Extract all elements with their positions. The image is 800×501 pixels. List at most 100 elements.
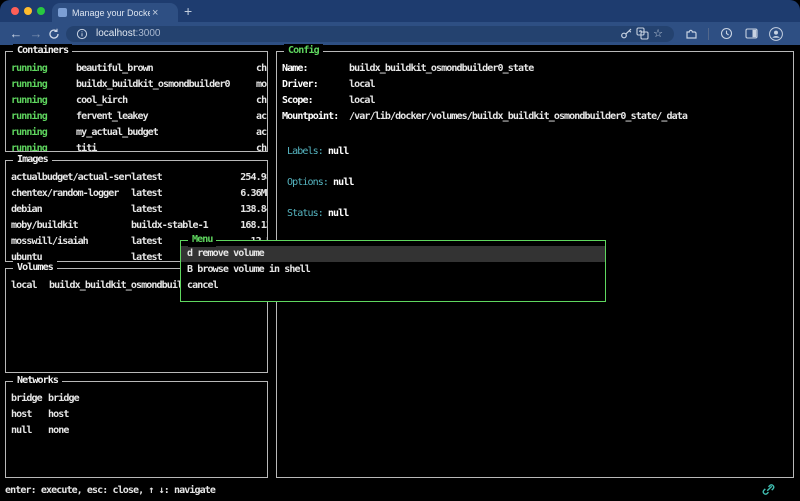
containers-panel: Containers runningbeautiful_brownch runn… — [5, 51, 268, 152]
config-key: Name: — [282, 61, 349, 77]
volume-action-menu: Menu d remove volume B browse volume in … — [180, 240, 606, 302]
container-name: titi — [76, 141, 256, 151]
docker-tui-screen: Containers runningbeautiful_brownch runn… — [0, 45, 800, 501]
container-status: running — [11, 141, 76, 151]
clock-extension-icon[interactable] — [718, 26, 734, 42]
config-key: Scope: — [282, 93, 349, 109]
tab-close-icon[interactable]: × — [152, 7, 158, 19]
network-driver: bridge — [48, 391, 267, 407]
browser-tab[interactable]: Manage your Docker fleet wi × — [52, 3, 178, 22]
images-panel-title: Images — [13, 153, 52, 167]
tab-favicon — [58, 8, 67, 17]
profile-avatar[interactable] — [768, 26, 784, 42]
config-field: Options: null — [282, 175, 793, 191]
side-panel-icon[interactable] — [743, 26, 759, 42]
menu-item-remove-volume[interactable]: d remove volume — [181, 246, 605, 262]
container-name: buildx_buildkit_osmondbuilder0 — [76, 77, 256, 93]
traffic-lights — [11, 7, 45, 15]
image-row[interactable]: actualbudget/actual-serverlatest254.98 — [11, 170, 267, 186]
network-row[interactable]: bridgebridge — [11, 391, 267, 407]
image-row[interactable]: debianlatest138.84 — [11, 202, 267, 218]
reload-button[interactable] — [46, 26, 62, 42]
container-image: mo — [256, 77, 267, 93]
bookmark-star-icon[interactable]: ☆ — [650, 26, 666, 42]
new-tab-button[interactable]: + — [184, 3, 192, 19]
config-field: Name:buildx_buildkit_osmondbuilder0_stat… — [282, 61, 793, 77]
image-name: chentex/random-logger — [11, 186, 131, 202]
config-value: local — [349, 93, 793, 109]
container-name: beautiful_brown — [76, 61, 256, 77]
image-size: 6.36MB — [223, 186, 267, 202]
maximize-window-button[interactable] — [37, 7, 45, 15]
password-key-icon[interactable] — [618, 26, 634, 42]
networks-panel: Networks bridgebridge hosthost nullnone — [5, 381, 268, 478]
address-bar[interactable]: localhost:3000 ☆ — [66, 26, 674, 42]
image-size: 254.98 — [223, 170, 267, 186]
container-image: ac — [256, 125, 267, 141]
menu-title: Menu — [188, 233, 216, 247]
network-driver: host — [48, 407, 267, 423]
network-driver: none — [48, 423, 267, 439]
containers-panel-title: Containers — [13, 44, 72, 58]
container-name: fervent_leakey — [76, 109, 256, 125]
back-button[interactable]: ← — [6, 22, 26, 45]
container-row[interactable]: runningtitich — [11, 141, 267, 151]
network-row[interactable]: nullnone — [11, 423, 267, 439]
container-name: cool_kirch — [76, 93, 256, 109]
network-row[interactable]: hosthost — [11, 407, 267, 423]
minimize-window-button[interactable] — [24, 7, 32, 15]
container-status: running — [11, 61, 76, 77]
config-field: Scope:local — [282, 93, 793, 109]
container-status: running — [11, 109, 76, 125]
container-image: ac — [256, 109, 267, 125]
container-image: ch — [256, 93, 267, 109]
container-status: running — [11, 93, 76, 109]
browser-toolbar: ← → localhost:3000 — [0, 22, 800, 45]
network-name: host — [11, 407, 48, 423]
image-size: 168.13 — [223, 218, 267, 234]
config-value: buildx_buildkit_osmondbuilder0_state — [349, 61, 793, 77]
image-row[interactable]: moby/buildkitbuildx-stable-1168.13 — [11, 218, 267, 234]
extensions-icon[interactable] — [683, 26, 699, 42]
container-row[interactable]: runningmy_actual_budgetac — [11, 125, 267, 141]
url-text[interactable]: localhost:3000 — [96, 28, 161, 39]
container-row[interactable]: runningcool_kirchch — [11, 93, 267, 109]
browser-window: Manage your Docker fleet wi × + ← → loca… — [0, 0, 800, 501]
container-image: ch — [256, 61, 267, 77]
menu-item-cancel[interactable]: cancel — [181, 278, 605, 294]
config-field: Driver:local — [282, 77, 793, 93]
network-name: bridge — [11, 391, 48, 407]
menu-item-browse-volume-in-shell[interactable]: B browse volume in shell — [181, 262, 605, 278]
networks-panel-title: Networks — [13, 374, 62, 388]
config-key: Options: — [287, 177, 328, 188]
translate-icon[interactable] — [634, 26, 650, 42]
image-row[interactable]: chentex/random-loggerlatest6.36MB — [11, 186, 267, 202]
container-row[interactable]: runningbeautiful_brownch — [11, 61, 267, 77]
connection-link-icon — [761, 482, 776, 497]
config-value: null — [328, 208, 348, 219]
tab-title: Manage your Docker fleet wi — [72, 8, 150, 18]
config-field: Labels:null — [282, 144, 793, 160]
container-row[interactable]: runningbuildx_buildkit_osmondbuilder0mo — [11, 77, 267, 93]
config-key: Mountpoint: — [282, 109, 349, 125]
url-host: localhost — [96, 28, 135, 39]
site-info-icon[interactable] — [74, 26, 90, 42]
config-field: Mountpoint:/var/lib/docker/volumes/build… — [282, 109, 793, 125]
container-image: ch — [256, 141, 267, 151]
volume-driver: local — [11, 278, 49, 294]
image-name: debian — [11, 202, 131, 218]
volumes-panel-title: Volumes — [13, 261, 57, 275]
network-name: null — [11, 423, 48, 439]
image-name: ubuntu — [11, 250, 131, 261]
forward-button[interactable]: → — [26, 22, 46, 45]
close-window-button[interactable] — [11, 7, 19, 15]
browser-menu-kebab-icon[interactable]: ⋮ — [793, 26, 800, 42]
config-value: null — [333, 177, 353, 188]
config-key: Driver: — [282, 77, 349, 93]
config-field: Status:null — [282, 206, 793, 222]
container-row[interactable]: runningfervent_leakeyac — [11, 109, 267, 125]
image-tag: buildx-stable-1 — [131, 218, 223, 234]
container-name: my_actual_budget — [76, 125, 256, 141]
image-name: mosswill/isaiah — [11, 234, 131, 250]
toolbar-divider — [708, 28, 709, 40]
